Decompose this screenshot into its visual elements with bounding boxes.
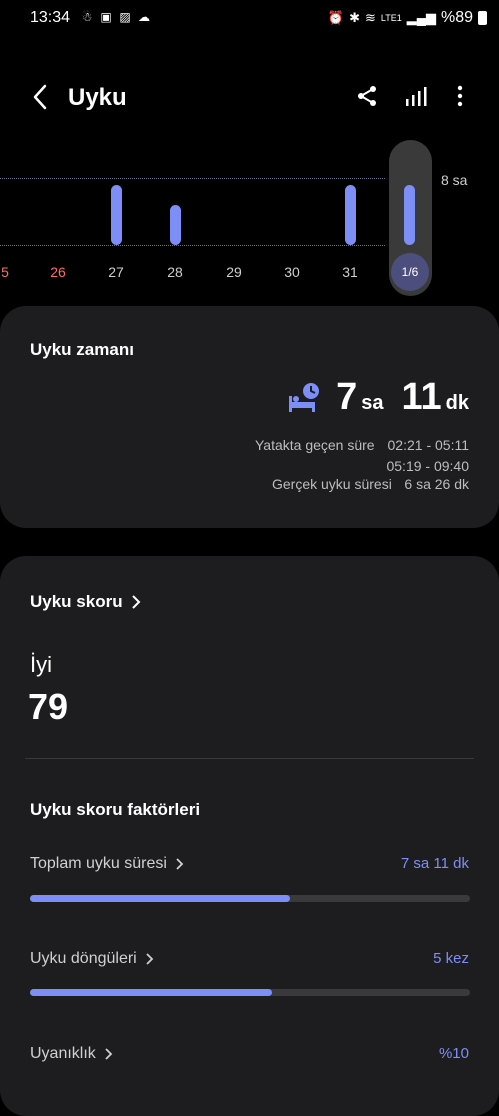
bed-clock-icon <box>289 383 319 412</box>
factor-value: 5 kez <box>433 950 469 967</box>
chevron-right-icon <box>146 953 154 965</box>
status-time: 13:34 <box>30 9 71 26</box>
factor-value: %10 <box>438 1045 469 1062</box>
baseline <box>0 245 385 246</box>
y-axis-label: 8 sa <box>441 172 468 188</box>
bed-time-range-2: 05:19 - 09:40 <box>386 458 469 474</box>
sleep-minutes: 11 <box>401 376 442 418</box>
factor-awakeness[interactable]: Uyanıklık <box>30 1045 113 1063</box>
factor-progress-bar <box>30 989 470 996</box>
alarm-icon: ⏰ <box>327 10 345 25</box>
bar-chart-icon[interactable] <box>404 84 428 108</box>
cloud-icon: ☁ <box>138 10 150 24</box>
selected-date-pill[interactable]: 1/6 <box>391 253 429 291</box>
date-label[interactable]: 26 <box>43 264 73 280</box>
actual-sleep-value: 6 sa 26 dk <box>404 476 469 492</box>
device-icon: ▣ <box>100 10 112 24</box>
chevron-right-icon <box>176 858 184 870</box>
date-label[interactable]: 28 <box>160 264 190 280</box>
back-button[interactable] <box>30 83 50 111</box>
sleep-score-link[interactable]: Uyku skoru <box>30 592 141 612</box>
minutes-unit: dk <box>445 392 469 414</box>
bar-27[interactable] <box>111 185 122 245</box>
gallery-icon: ▨ <box>119 10 131 24</box>
sleep-rating: İyi <box>30 652 52 677</box>
battery-percent: %89 <box>440 9 473 26</box>
hours-unit: sa <box>361 392 384 414</box>
date-label[interactable]: 31 <box>335 264 365 280</box>
sleep-time-title: Uyku zamanı <box>30 340 134 359</box>
more-options-icon[interactable] <box>448 84 472 108</box>
date-label[interactable]: 29 <box>219 264 249 280</box>
page-title: Uyku <box>68 84 127 111</box>
bar-28[interactable] <box>170 205 181 245</box>
sleep-score-title: Uyku skoru <box>30 592 123 611</box>
factor-label: Uyku döngüleri <box>30 950 137 967</box>
factor-sleep-cycles[interactable]: Uyku döngüleri <box>30 950 154 968</box>
sleep-hours: 7 <box>336 376 358 418</box>
factors-title: Uyku skoru faktörleri <box>30 800 201 819</box>
factor-label: Toplam uyku süresi <box>30 855 167 872</box>
factor-total-sleep[interactable]: Toplam uyku süresi <box>30 855 184 873</box>
wifi-icon: ≋ <box>365 10 376 25</box>
date-label[interactable]: 27 <box>101 264 131 280</box>
network-type: LTE1 <box>380 13 402 23</box>
chevron-right-icon <box>131 595 141 609</box>
actual-sleep-label: Gerçek uyku süresi <box>272 476 392 492</box>
factor-label: Uyanıklık <box>30 1045 96 1062</box>
system-icons: ⏰ ✱ ≋ LTE1 ▂▄▆ %89 <box>328 9 487 27</box>
date-label[interactable]: 5 <box>0 264 20 280</box>
notification-icons: ☃ ▣ ▨ ☁ <box>80 10 151 24</box>
target-line <box>0 178 385 179</box>
bar-selected[interactable] <box>404 185 415 245</box>
bar-31[interactable] <box>345 185 356 245</box>
status-bar: 13:34 ☃ ▣ ▨ ☁ ⏰ ✱ ≋ LTE1 ▂▄▆ %89 <box>0 0 499 38</box>
divider <box>25 758 474 759</box>
signal-icon: ▂▄▆ <box>406 10 436 25</box>
battery-icon <box>478 11 487 25</box>
share-icon[interactable] <box>355 84 379 108</box>
factor-progress-fill <box>30 989 272 996</box>
factor-value: 7 sa 11 dk <box>400 855 469 872</box>
bed-time-range-1: 02:21 - 05:11 <box>387 437 469 453</box>
bluetooth-icon: ✱ <box>349 10 360 25</box>
sleep-time-card: Uyku zamanı 7 sa 11 dk Yatakta geçen sür… <box>0 306 499 528</box>
sleep-score-value: 79 <box>28 686 69 727</box>
factor-progress-bar <box>30 895 470 902</box>
factor-progress-fill <box>30 895 290 902</box>
date-label[interactable]: 30 <box>277 264 307 280</box>
bed-time-label: Yatakta geçen süre <box>255 437 375 453</box>
app-notification-icon: ☃ <box>81 10 93 24</box>
sleep-score-card: Uyku skoru İyi 79 Uyku skoru faktörleri … <box>0 556 499 1116</box>
chevron-right-icon <box>105 1048 113 1060</box>
